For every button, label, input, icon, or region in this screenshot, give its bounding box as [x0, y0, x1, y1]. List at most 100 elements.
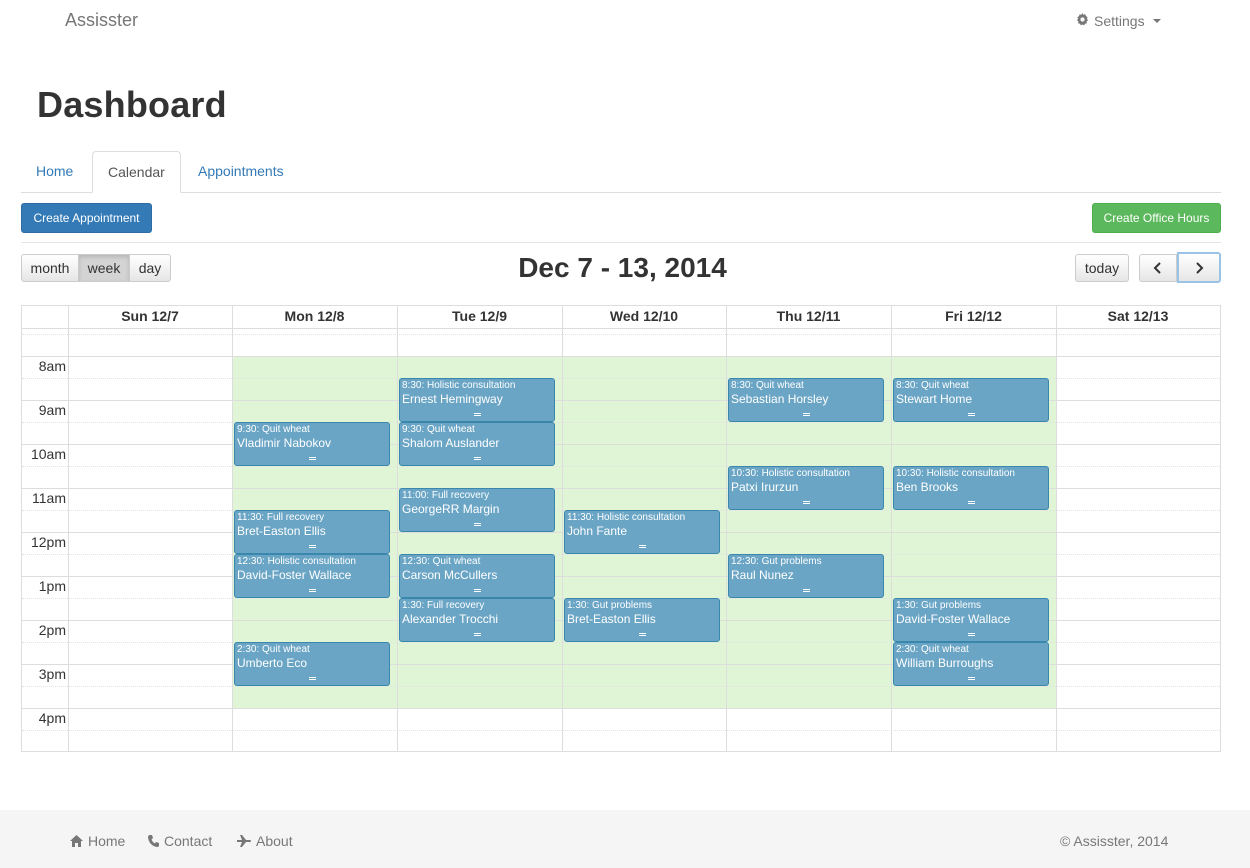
divider	[21, 242, 1221, 243]
navbar: Assisster Settings	[0, 0, 1250, 42]
resize-handle-icon[interactable]	[803, 413, 810, 416]
event-time: 2:30: Quit wheat	[896, 644, 969, 655]
phone-icon	[148, 835, 159, 847]
resize-handle-icon[interactable]	[309, 589, 316, 592]
resize-handle-icon[interactable]	[639, 633, 646, 636]
create-appointment-button[interactable]: Create Appointment	[21, 203, 152, 233]
event-client-name: Patxi Irurzun	[731, 480, 799, 494]
day-header-sat: Sat 12/13	[1107, 308, 1169, 324]
event-time: 8:30: Holistic consultation	[402, 380, 516, 391]
time-label-2pm: 2pm	[38, 622, 66, 638]
appointment-event[interactable]: 10:30: Holistic consultation Patxi Irurzu…	[728, 466, 884, 510]
event-time: 12:30: Quit wheat	[402, 556, 481, 567]
event-time: 9:30: Quit wheat	[237, 424, 310, 435]
resize-handle-icon[interactable]	[968, 677, 975, 680]
column-line	[397, 306, 398, 751]
hour-line	[22, 444, 1220, 445]
appointment-event[interactable]: 2:30: Quit wheat Umberto Eco	[234, 642, 390, 686]
appointment-event[interactable]: 1:30: Full recovery Alexander Trocchi	[399, 598, 555, 642]
resize-handle-icon[interactable]	[474, 589, 481, 592]
hour-line	[22, 708, 1220, 709]
plane-icon	[237, 835, 251, 847]
appointment-event[interactable]: 11:30: Full recovery Bret-Easton Ellis	[234, 510, 390, 554]
resize-handle-icon[interactable]	[803, 501, 810, 504]
resize-handle-icon[interactable]	[474, 633, 481, 636]
view-week-button[interactable]: week	[78, 254, 130, 282]
view-day-button[interactable]: day	[129, 254, 171, 282]
appointment-event[interactable]: 1:30: Gut problems David-Foster Wallace	[893, 598, 1049, 642]
event-time: 10:30: Holistic consultation	[731, 468, 850, 479]
chevron-right-icon	[1196, 262, 1204, 274]
page-title: Dashboard	[37, 84, 227, 125]
appointment-event[interactable]: 2:30: Quit wheat William Burroughs	[893, 642, 1049, 686]
half-hour-line	[22, 334, 1220, 335]
today-button[interactable]: today	[1075, 254, 1129, 282]
appointment-event[interactable]: 9:30: Quit wheat Shalom Auslander	[399, 422, 555, 466]
event-client-name: Bret-Easton Ellis	[237, 524, 326, 538]
event-time: 9:30: Quit wheat	[402, 424, 475, 435]
brand-logo[interactable]: Assisster	[65, 10, 138, 31]
resize-handle-icon[interactable]	[309, 457, 316, 460]
resize-handle-icon[interactable]	[968, 633, 975, 636]
appointment-event[interactable]: 12:30: Quit wheat Carson McCullers	[399, 554, 555, 598]
resize-handle-icon[interactable]	[474, 523, 481, 526]
appointment-event[interactable]: 12:30: Holistic consultation David-Foster…	[234, 554, 390, 598]
time-label-3pm: 3pm	[38, 666, 66, 682]
event-client-name: David-Foster Wallace	[896, 612, 1011, 626]
resize-handle-icon[interactable]	[474, 413, 481, 416]
tab-home[interactable]: Home	[21, 151, 88, 193]
appointment-event[interactable]: 1:30: Gut problems Bret-Easton Ellis	[564, 598, 720, 642]
resize-handle-icon[interactable]	[968, 413, 975, 416]
footer-link-contact[interactable]: Contact	[148, 833, 212, 849]
column-line	[891, 306, 892, 751]
resize-handle-icon[interactable]	[803, 589, 810, 592]
week-calendar-grid: Sun 12/7 Mon 12/8 Tue 12/9 Wed 12/10 Thu…	[21, 305, 1221, 752]
footer-link-home-label: Home	[88, 833, 126, 849]
event-time: 2:30: Quit wheat	[237, 644, 310, 655]
half-hour-line	[22, 730, 1220, 731]
resize-handle-icon[interactable]	[309, 677, 316, 680]
event-client-name: Stewart Home	[896, 392, 973, 406]
footer-link-home[interactable]: Home	[70, 833, 125, 849]
appointment-event[interactable]: 8:30: Holistic consultation Ernest Heming…	[399, 378, 555, 422]
appointment-event[interactable]: 8:30: Quit wheat Sebastian Horsley	[728, 378, 884, 422]
appointment-event[interactable]: 8:30: Quit wheat Stewart Home	[893, 378, 1049, 422]
day-header-thu: Thu 12/11	[776, 308, 841, 324]
hour-line	[22, 356, 1220, 357]
caret-down-icon	[1152, 19, 1161, 23]
footer-link-about-label: About	[256, 833, 293, 849]
event-client-name: Raul Nunez	[731, 568, 794, 582]
resize-handle-icon[interactable]	[309, 545, 316, 548]
event-time: 11:30: Full recovery	[237, 512, 325, 523]
appointment-event[interactable]: 11:00: Full recovery GeorgeRR Margin	[399, 488, 555, 532]
half-hour-line	[22, 554, 1220, 555]
appointment-event[interactable]: 11:30: Holistic consultation John Fante	[564, 510, 720, 554]
appointment-event[interactable]: 10:30: Holistic consultation Ben Brooks	[893, 466, 1049, 510]
event-client-name: Shalom Auslander	[402, 436, 500, 450]
day-header-sun: Sun 12/7	[121, 308, 179, 324]
event-time: 12:30: Holistic consultation	[237, 556, 356, 567]
event-time: 1:30: Gut problems	[567, 600, 653, 611]
settings-dropdown[interactable]: Settings	[1076, 13, 1161, 29]
tab-calendar[interactable]: Calendar	[92, 151, 181, 193]
event-time: 1:30: Full recovery	[402, 600, 485, 611]
time-label-4pm: 4pm	[38, 710, 66, 726]
next-week-button[interactable]	[1177, 252, 1221, 283]
day-header-fri: Fri 12/12	[945, 308, 1002, 324]
resize-handle-icon[interactable]	[474, 457, 481, 460]
create-office-hours-button[interactable]: Create Office Hours	[1092, 203, 1221, 233]
resize-handle-icon[interactable]	[968, 501, 975, 504]
column-line	[562, 306, 563, 751]
time-label-9am: 9am	[38, 402, 66, 418]
settings-label: Settings	[1094, 13, 1145, 29]
event-time: 10:30: Holistic consultation	[896, 468, 1015, 479]
footer-link-about[interactable]: About	[237, 833, 293, 849]
time-label-10am: 10am	[30, 446, 66, 462]
event-client-name: Alexander Trocchi	[402, 612, 499, 626]
resize-handle-icon[interactable]	[639, 545, 646, 548]
prev-week-button[interactable]	[1139, 254, 1177, 282]
appointment-event[interactable]: 9:30: Quit wheat Vladimir Nabokov	[234, 422, 390, 466]
tab-appointments[interactable]: Appointments	[183, 151, 299, 193]
appointment-event[interactable]: 12:30: Gut problems Raul Nunez	[728, 554, 884, 598]
view-month-button[interactable]: month	[21, 254, 79, 282]
